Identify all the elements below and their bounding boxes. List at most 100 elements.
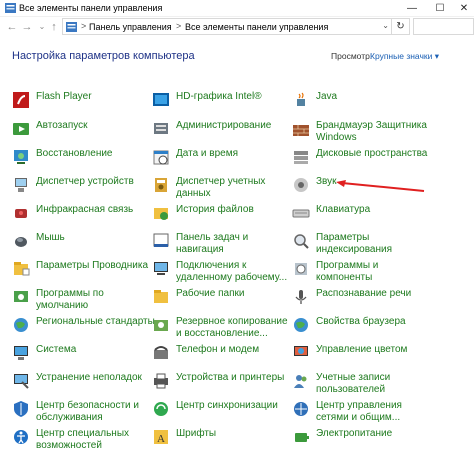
firewall-icon xyxy=(293,125,309,136)
cp-item-firewall[interactable]: Брандмауэр Защитника Windows xyxy=(292,120,442,146)
autoplay-icon xyxy=(13,123,29,135)
cp-item-power-options[interactable]: Электропитание xyxy=(292,428,442,454)
cp-item-label: Шрифты xyxy=(176,428,217,439)
address-row: ← → ⌄ ↑ > Панель управления > Все элемен… xyxy=(0,17,474,37)
cp-item-fonts[interactable]: A Шрифты xyxy=(152,428,302,454)
cp-item-programs-features[interactable]: Программы и компоненты xyxy=(292,260,442,286)
cp-item-remoteapp[interactable]: Подключения к удаленному рабочему... xyxy=(152,260,302,286)
storage-spaces-icon xyxy=(294,151,308,164)
taskbar-icon xyxy=(153,233,169,247)
cp-item-keyboard[interactable]: Клавиатура xyxy=(292,204,442,230)
control-panel-icon xyxy=(5,3,16,13)
cp-item-backup-restore[interactable]: Резервное копирование и восстановление..… xyxy=(152,316,302,342)
title-bar: Все элементы панели управления — ☐ ✕ xyxy=(0,0,474,17)
cp-item-label: История файлов xyxy=(176,204,254,215)
network-sharing-icon xyxy=(294,402,308,416)
cp-item-label: Программы и компоненты xyxy=(316,260,379,283)
minimize-button[interactable]: — xyxy=(398,0,426,16)
sound-icon xyxy=(294,178,308,192)
security-maintenance-icon xyxy=(14,401,28,417)
window-title: Все элементы панели управления xyxy=(19,3,163,13)
search-input[interactable] xyxy=(413,18,474,35)
internet-options-icon xyxy=(294,318,308,332)
cp-item-credential-manager[interactable]: Диспетчер учетных данных xyxy=(152,176,302,202)
cp-item-ease-of-access[interactable]: Центр специальных возможностей xyxy=(12,428,162,454)
cp-item-network-sharing[interactable]: Центр управления сетями и общим... xyxy=(292,400,442,426)
address-bar[interactable]: > Панель управления > Все элементы панел… xyxy=(62,18,392,35)
cp-item-label: Центр безопасности и обслуживания xyxy=(36,400,139,423)
cp-item-system[interactable]: Система xyxy=(12,344,162,370)
breadcrumb-control-panel[interactable]: Панель управления xyxy=(89,22,172,32)
cp-item-security-maintenance[interactable]: Центр безопасности и обслуживания xyxy=(12,400,162,426)
breadcrumb-separator: > xyxy=(176,21,182,31)
cp-item-label: Региональные стандарты xyxy=(36,316,155,327)
cp-item-recovery[interactable]: Восстановление xyxy=(12,148,162,174)
breadcrumb-all-items[interactable]: Все элементы панели управления xyxy=(185,22,328,32)
cp-item-intel-graphics[interactable]: HD-графика Intel® xyxy=(152,91,302,117)
cp-item-flash-player[interactable]: Flash Player xyxy=(12,91,162,117)
cp-item-date-time[interactable]: Дата и время xyxy=(152,148,302,174)
cp-item-internet-options[interactable]: Свойства браузера xyxy=(292,316,442,342)
phone-modem-icon xyxy=(154,346,168,359)
cp-item-default-programs[interactable]: Программы по умолчанию xyxy=(12,288,162,314)
cp-item-autoplay[interactable]: Автозапуск xyxy=(12,120,162,146)
cp-item-label: Автозапуск xyxy=(36,120,88,131)
cp-item-explorer-options[interactable]: Параметры Проводника xyxy=(12,260,162,286)
refresh-button[interactable]: ↻ xyxy=(392,18,410,35)
cp-item-phone-modem[interactable]: Телефон и модем xyxy=(152,344,302,370)
cp-item-label: Администрирование xyxy=(176,120,272,131)
cp-item-label: Дисковые пространства xyxy=(316,148,428,159)
recent-dropdown-icon[interactable]: ⌄ xyxy=(36,20,48,34)
administrative-tools-icon xyxy=(154,123,168,134)
default-programs-icon xyxy=(14,291,28,302)
cp-item-mouse[interactable]: Мышь xyxy=(12,232,162,258)
cp-item-administrative-tools[interactable]: Администрирование xyxy=(152,120,302,146)
cp-item-label: Электропитание xyxy=(316,428,393,439)
cp-item-work-folders[interactable]: Рабочие папки xyxy=(152,288,302,314)
breadcrumb-separator: > xyxy=(81,21,87,31)
up-arrow-icon[interactable]: ↑ xyxy=(48,20,60,34)
cp-item-label: Устройства и принтеры xyxy=(176,372,285,383)
cp-item-label: Flash Player xyxy=(36,91,92,102)
close-button[interactable]: ✕ xyxy=(450,0,474,16)
cp-item-storage-spaces[interactable]: Дисковые пространства xyxy=(292,148,442,174)
cp-item-label: Панель задач и навигация xyxy=(176,232,249,255)
cp-item-speech[interactable]: Распознавание речи xyxy=(292,288,442,314)
intel-graphics-icon xyxy=(153,93,169,106)
view-mode-dropdown[interactable]: Крупные значки ▾ xyxy=(370,51,439,62)
view-label: Просмотр: xyxy=(331,51,373,61)
cp-item-label: Центр синхронизации xyxy=(176,400,278,411)
troubleshooting-icon xyxy=(14,374,29,389)
cp-item-label: Центр управления сетями и общим... xyxy=(316,400,402,423)
cp-item-user-accounts[interactable]: Учетные записи пользователей xyxy=(292,372,442,398)
cp-item-device-manager[interactable]: Диспетчер устройств xyxy=(12,176,162,202)
cp-item-java[interactable]: Java xyxy=(292,91,442,117)
cp-item-label: Java xyxy=(316,91,338,102)
indexing-icon xyxy=(294,234,309,249)
cp-item-color-management[interactable]: Управление цветом xyxy=(292,344,442,370)
system-icon xyxy=(14,346,28,360)
cp-item-taskbar[interactable]: Панель задач и навигация xyxy=(152,232,302,258)
work-folders-icon xyxy=(154,290,168,303)
cp-item-label: Устранение неполадок xyxy=(36,372,142,383)
cp-item-label: Восстановление xyxy=(36,148,113,159)
mouse-icon xyxy=(15,237,27,247)
cp-item-label: Учетные записи пользователей xyxy=(316,372,391,395)
ease-of-access-icon xyxy=(14,430,28,444)
cp-item-infrared[interactable]: Инфракрасная связь xyxy=(12,204,162,230)
flash-player-icon xyxy=(13,92,29,108)
cp-item-region[interactable]: Региональные стандарты xyxy=(12,316,162,342)
cp-item-indexing[interactable]: Параметры индексирования xyxy=(292,232,442,258)
cp-item-devices-printers[interactable]: Устройства и принтеры xyxy=(152,372,302,398)
cp-item-sync-center[interactable]: Центр синхронизации xyxy=(152,400,302,426)
address-dropdown-icon[interactable]: ⌄ xyxy=(382,21,389,30)
cp-item-label: Инфракрасная связь xyxy=(36,204,134,215)
cp-item-label: Параметры Проводника xyxy=(36,260,149,271)
forward-arrow-icon[interactable]: → xyxy=(21,20,33,34)
credential-manager-icon xyxy=(155,178,167,192)
device-manager-icon xyxy=(15,178,27,192)
cp-item-file-history[interactable]: История файлов xyxy=(152,204,302,230)
cp-item-troubleshooting[interactable]: Устранение неполадок xyxy=(12,372,162,398)
programs-features-icon xyxy=(295,263,307,275)
back-arrow-icon[interactable]: ← xyxy=(6,20,18,34)
